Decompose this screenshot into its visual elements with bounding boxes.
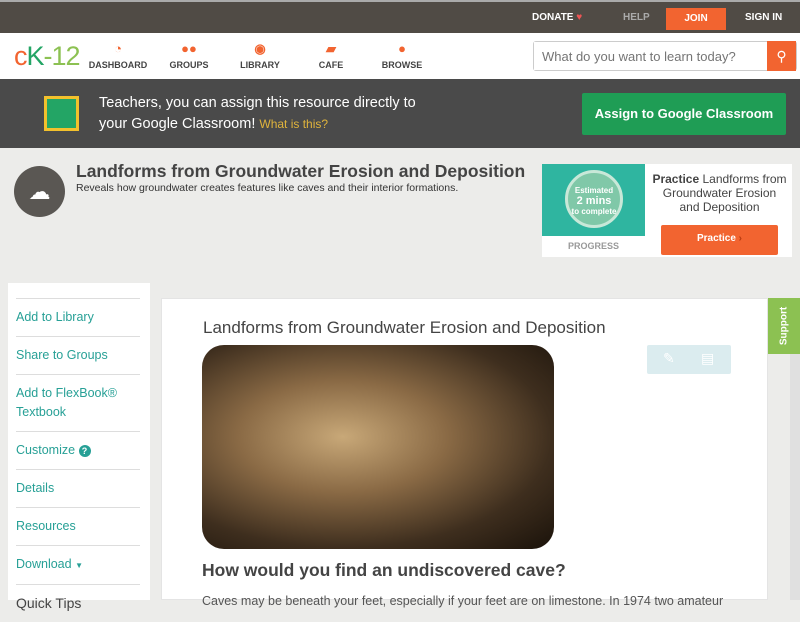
- customize-link[interactable]: Customize ?: [16, 431, 140, 469]
- nav-groups[interactable]: ●● GROUPS: [154, 41, 224, 70]
- resources-link[interactable]: Resources: [16, 507, 140, 545]
- download-link[interactable]: Download ▼: [16, 545, 140, 584]
- nav-label: BROWSE: [381, 60, 423, 70]
- share-to-groups-link[interactable]: Share to Groups: [16, 336, 140, 374]
- help-link[interactable]: HELP: [623, 12, 650, 23]
- add-to-flexbook-link[interactable]: Add to FlexBook® Textbook: [16, 374, 140, 431]
- banner-text-2: your Google Classroom!: [99, 116, 256, 132]
- chevron-right-icon: ›: [738, 233, 743, 244]
- support-tab[interactable]: Support: [768, 298, 800, 354]
- browse-icon: ●: [398, 41, 406, 56]
- donate-label: DONATE: [532, 12, 574, 23]
- practice-title: Practice Landforms from Groundwater Eros…: [652, 172, 787, 214]
- weather-icon: ☁: [14, 166, 65, 217]
- search-button[interactable]: ⚲: [767, 41, 796, 71]
- progress-label: PROGRESS: [567, 241, 619, 251]
- estimated-time: 2 mins: [576, 195, 612, 207]
- cave-image: [202, 345, 554, 549]
- details-link[interactable]: Details: [16, 469, 140, 507]
- nav-label: DASHBOARD: [88, 60, 148, 70]
- support-label: Support: [778, 306, 790, 346]
- nav-cafe[interactable]: ▰ CAFE: [296, 41, 366, 70]
- groups-icon: ●●: [181, 41, 197, 56]
- nav-dashboard[interactable]: ◔ DASHBOARD: [83, 41, 153, 70]
- download-label: Download: [16, 557, 72, 571]
- top-bar: DONATE ♥ HELP JOIN SIGN IN: [0, 0, 800, 33]
- heart-icon: ♥: [576, 12, 583, 23]
- content-panel: Landforms from Groundwater Erosion and D…: [161, 298, 768, 608]
- dashboard-icon: ◔: [114, 41, 122, 56]
- page-title: Landforms from Groundwater Erosion and D…: [76, 161, 526, 181]
- practice-title-bold: Practice: [652, 172, 700, 186]
- search-input[interactable]: [534, 42, 764, 70]
- join-button[interactable]: JOIN: [666, 8, 726, 30]
- library-icon: ◉: [254, 41, 266, 56]
- search-icon: ⚲: [776, 48, 787, 64]
- nav-browse[interactable]: ● BROWSE: [367, 41, 437, 70]
- scrollbar[interactable]: [790, 354, 800, 600]
- ck12-logo[interactable]: cK-12: [14, 41, 81, 72]
- nav-library[interactable]: ◉ LIBRARY: [225, 41, 295, 70]
- pencil-icon[interactable]: ✎: [663, 350, 675, 367]
- nav-label: LIBRARY: [240, 60, 280, 70]
- caret-down-icon: ▼: [75, 561, 83, 570]
- help-icon[interactable]: ?: [78, 445, 91, 457]
- nav-label: GROUPS: [169, 60, 209, 70]
- quick-tips-heading: Quick Tips: [16, 584, 140, 622]
- section-heading: How would you find an undiscovered cave?: [202, 560, 566, 580]
- search-box: ⚲: [533, 41, 797, 71]
- practice-button[interactable]: Practice ›: [661, 225, 778, 255]
- complete-label: to complete: [571, 207, 617, 216]
- notes-icon[interactable]: ▤: [701, 350, 714, 367]
- practice-image: Estimated 2 mins to complete: [542, 164, 645, 236]
- edit-tools: ✎ ▤: [647, 345, 731, 374]
- sidebar: Add to Library Share to Groups Add to Fl…: [8, 283, 150, 611]
- sign-in-link[interactable]: SIGN IN: [745, 12, 782, 23]
- banner-text: Teachers, you can assign this resource d…: [99, 95, 416, 111]
- practice-card: Estimated 2 mins to complete PROGRESS Prac…: [542, 164, 792, 257]
- customize-label: Customize: [16, 443, 76, 457]
- google-classroom-icon: [44, 96, 79, 131]
- page-subtitle: Reveals how groundwater creates features…: [76, 182, 459, 194]
- estimated-label: Estimated: [574, 186, 614, 195]
- practice-button-label: Practice: [696, 233, 736, 244]
- donate-link[interactable]: DONATE ♥: [532, 12, 582, 23]
- what-is-this-link[interactable]: What is this?: [259, 117, 328, 131]
- content-title: Landforms from Groundwater Erosion and D…: [203, 318, 606, 337]
- body-text: Caves may be beneath your feet, especial…: [202, 594, 724, 608]
- add-to-library-link[interactable]: Add to Library: [16, 298, 140, 336]
- main-nav: cK-12 ◔ DASHBOARD ●● GROUPS ◉ LIBRARY ▰ CAFE…: [0, 33, 800, 79]
- cafe-icon: ▰: [326, 41, 336, 56]
- assign-to-classroom-button[interactable]: Assign to Google Classroom: [582, 93, 786, 135]
- nav-label: CAFE: [318, 60, 344, 70]
- google-classroom-banner: Teachers, you can assign this resource d…: [0, 79, 800, 148]
